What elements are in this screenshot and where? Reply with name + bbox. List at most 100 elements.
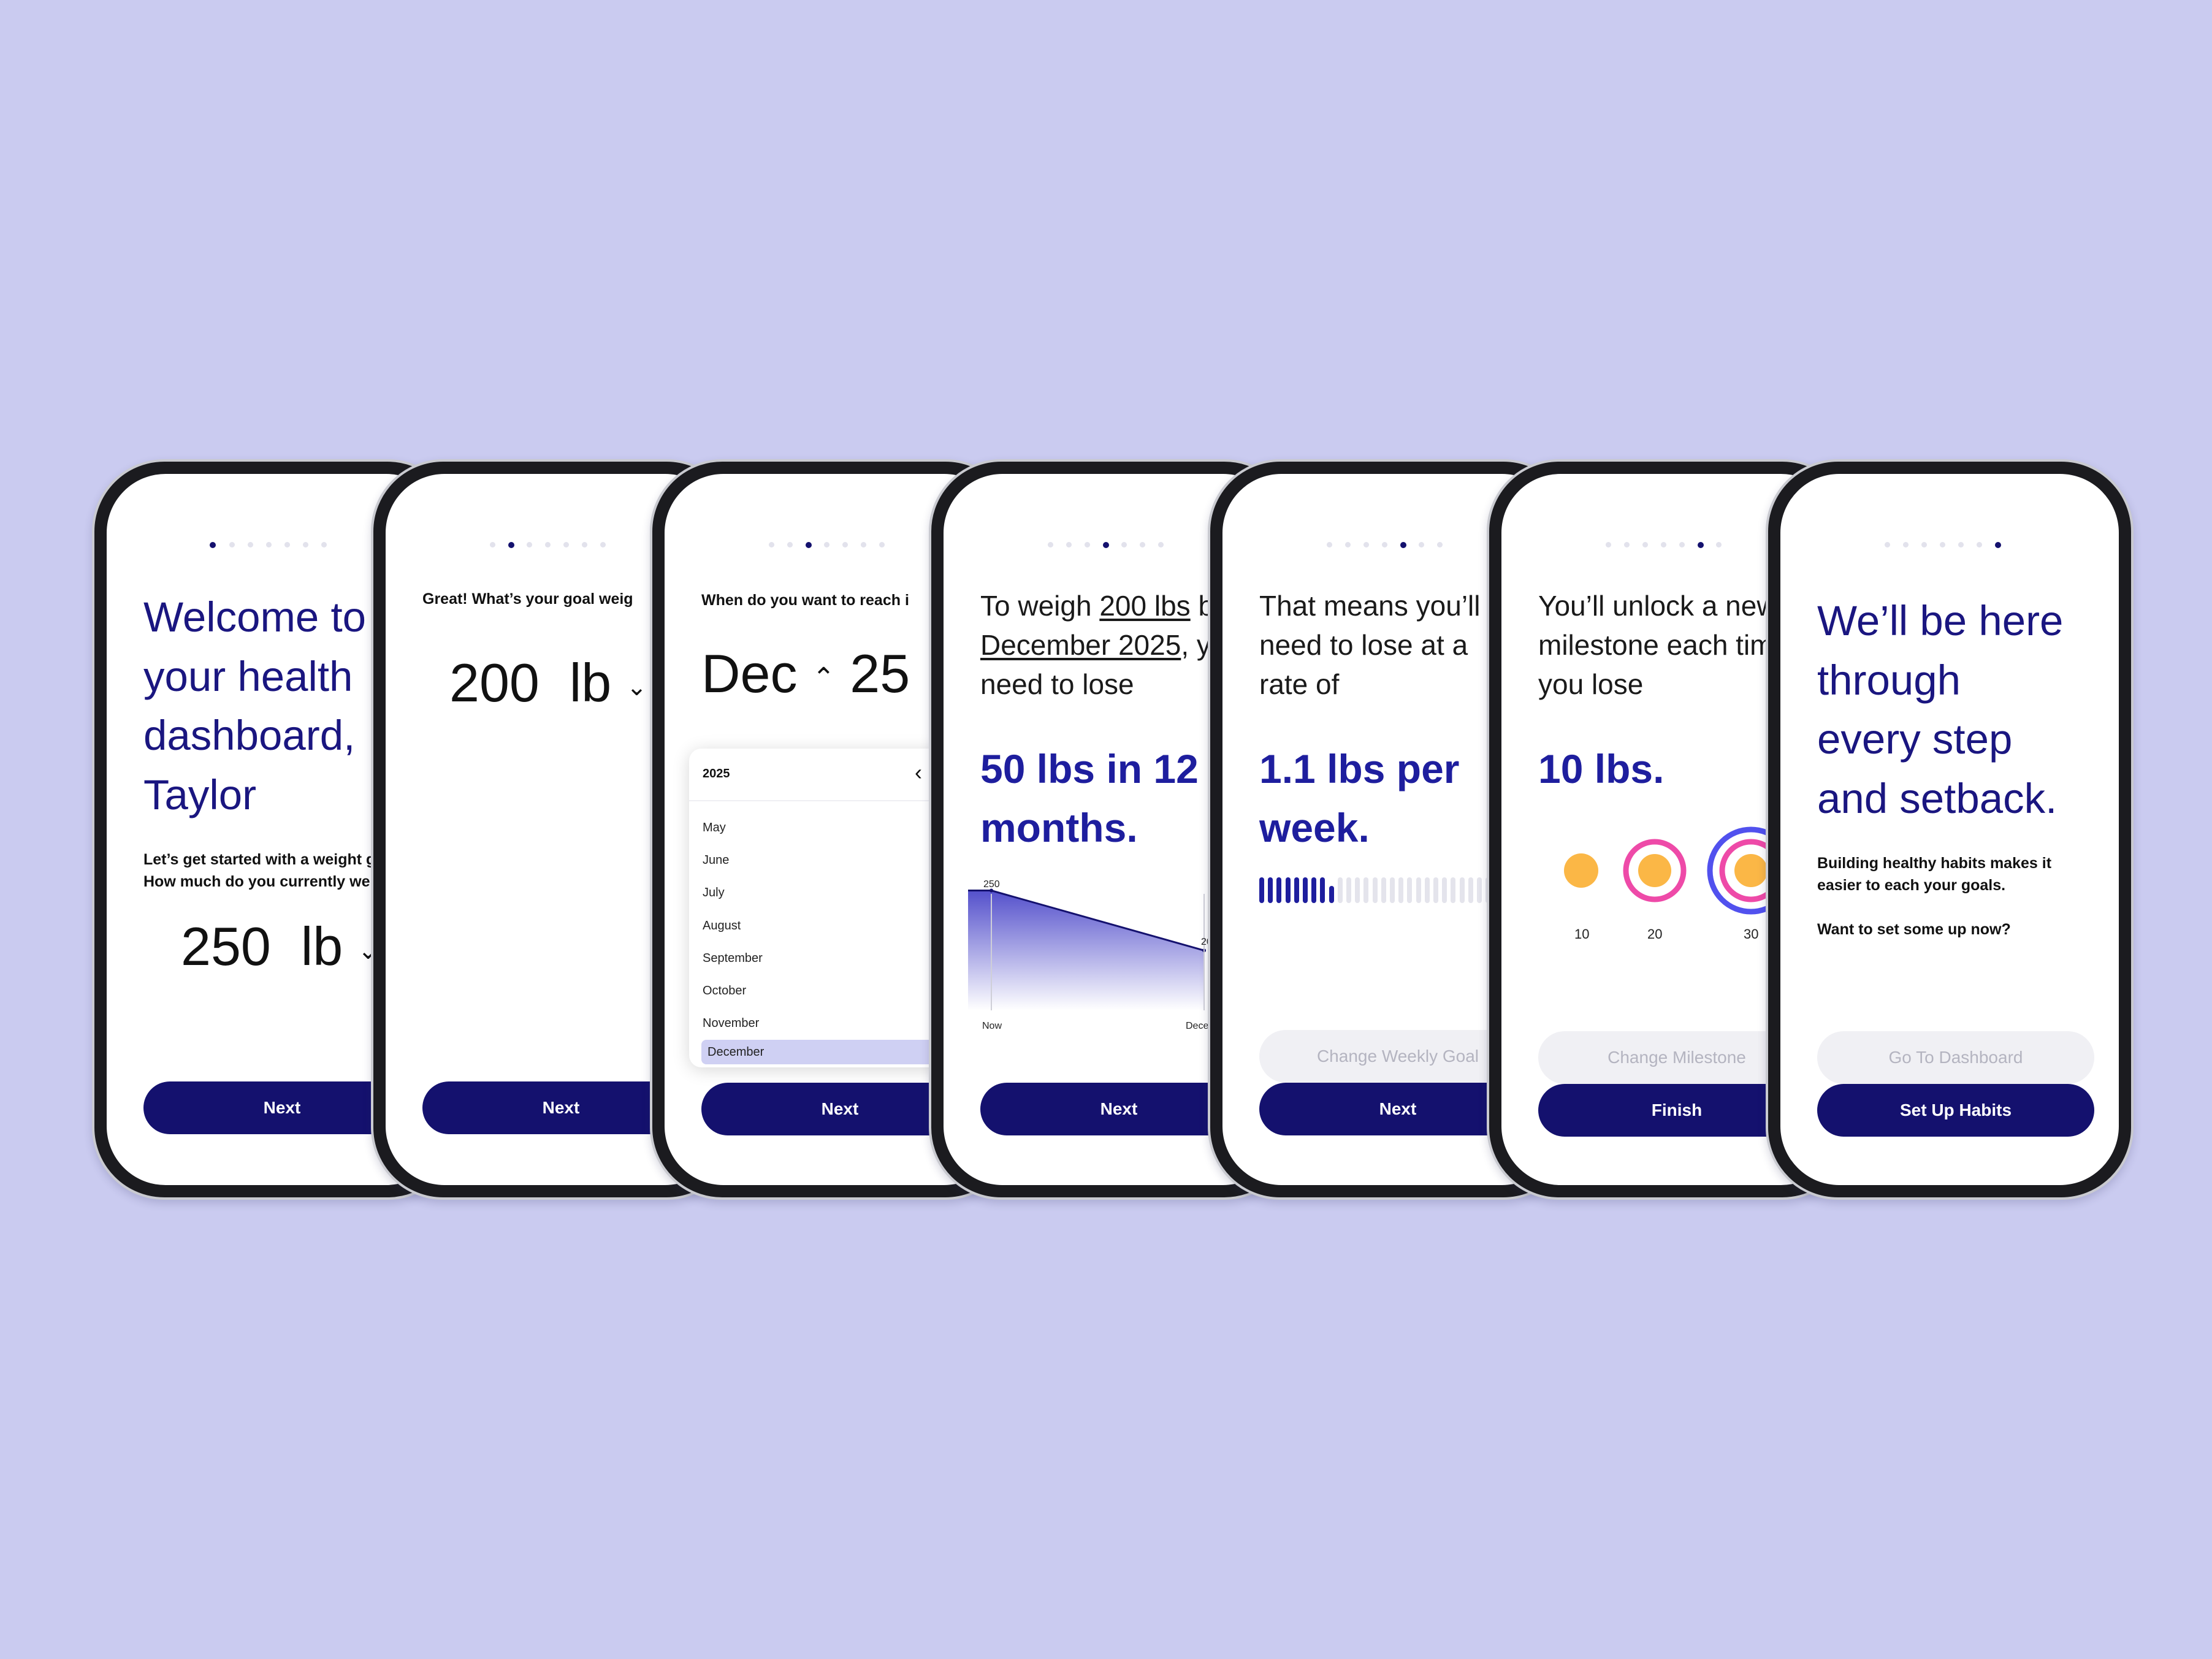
go-to-dashboard-button[interactable]: Go To Dashboard: [1817, 1031, 2094, 1084]
progress-tick: [1398, 877, 1404, 903]
progress-tick: [1433, 877, 1438, 903]
goal-date-link[interactable]: December 2025: [980, 629, 1181, 661]
milestone-badge-10-icon: [1564, 853, 1598, 888]
page-dot: [1345, 542, 1351, 547]
page-dot: [1363, 542, 1369, 547]
month-option-selected-label: December: [707, 1045, 765, 1059]
x-tick-label: Now: [982, 1021, 1002, 1031]
page-dot: [1624, 542, 1630, 547]
page-dot: [321, 542, 327, 547]
page-dot: [879, 542, 885, 547]
page-dot: [824, 542, 830, 547]
rate-line: That means you’ll: [1259, 590, 1481, 622]
progress-tick: [1407, 877, 1413, 903]
progress-tick: [1372, 877, 1378, 903]
page-dot: [229, 542, 235, 547]
goal-date-question: When do you want to reach i: [701, 592, 909, 609]
month-option[interactable]: May: [703, 821, 726, 835]
progress-tick-filled: [1259, 877, 1264, 903]
habits-title-line: through: [1817, 657, 1961, 704]
progress-tick-filled: [1276, 877, 1282, 903]
current-weight-value: 250: [181, 916, 271, 977]
page-dot: [1661, 542, 1666, 547]
chevron-up-icon: ⌃: [812, 663, 835, 693]
habits-title-line: every step: [1817, 715, 2013, 763]
page-dot: [1048, 542, 1053, 547]
page-dot: [1382, 542, 1387, 547]
progress-tick: [1346, 877, 1351, 903]
goal-weight-selector[interactable]: 200 lb ⌄: [449, 652, 647, 714]
month-option[interactable]: October: [703, 984, 746, 998]
page-dot: [600, 542, 606, 547]
page-dot: [527, 542, 532, 547]
summary-text: To weigh: [980, 590, 1100, 622]
chevron-left-icon[interactable]: ‹: [915, 760, 922, 785]
welcome-subtitle-line: Let’s get started with a weight g: [143, 851, 376, 868]
page-dot: [545, 542, 551, 547]
month-option[interactable]: July: [703, 886, 725, 900]
summary-line: need to lose: [980, 668, 1134, 700]
summary-text: , y: [1181, 629, 1211, 661]
page-dot: [1140, 542, 1145, 547]
progress-tick-filled: [1320, 877, 1325, 903]
set-up-habits-button[interactable]: Set Up Habits: [1817, 1084, 2094, 1137]
progress-tick-filled: [1285, 877, 1291, 903]
month-option[interactable]: August: [703, 919, 741, 933]
welcome-title-line: Welcome to: [143, 593, 367, 641]
page-dot-active: [1995, 542, 2001, 548]
page-dot: [787, 542, 793, 547]
page-dot: [1885, 542, 1890, 547]
page-dot: [248, 542, 253, 547]
page-dot: [861, 542, 866, 547]
welcome-title-line: Taylor: [143, 771, 257, 818]
welcome-title-line: your health: [143, 653, 353, 700]
weekly-progress-bar: [1259, 877, 1517, 904]
goal-weight-question: Great! What’s your goal weig: [422, 590, 633, 608]
milestone-line: You’ll unlock a new: [1538, 590, 1777, 622]
progress-tick-filled: [1294, 877, 1299, 903]
progress-tick: [1477, 877, 1482, 903]
progress-tick-filled: [1329, 886, 1334, 903]
picker-year: 2025: [703, 767, 730, 780]
progress-tick: [1451, 877, 1456, 903]
page-dot: [1606, 542, 1611, 547]
rate-amount-line: 1.1 lbs per: [1259, 746, 1460, 791]
progress-tick-filled: [1303, 877, 1308, 903]
month-option[interactable]: September: [703, 952, 763, 966]
progress-tick: [1363, 877, 1369, 903]
month-value: Dec: [701, 643, 798, 704]
habits-subtitle-line: easier to each your goals.: [1817, 877, 2006, 894]
month-option[interactable]: November: [703, 1016, 759, 1031]
habits-title-line: We’ll be here: [1817, 597, 2064, 644]
goal-date-selector[interactable]: Dec ⌃ 25: [701, 643, 910, 705]
month-option[interactable]: June: [703, 853, 729, 868]
page-dot: [1903, 542, 1909, 547]
page-dot: [563, 542, 569, 547]
goal-weight-link[interactable]: 200 lbs: [1099, 590, 1190, 622]
page-dot: [1158, 542, 1164, 547]
milestone-line: milestone each tim: [1538, 629, 1774, 661]
phone-habits: We’ll be here through every step and set…: [1766, 459, 2134, 1200]
screen: We’ll be here through every step and set…: [1780, 474, 2119, 1185]
weight-unit: lb: [300, 916, 343, 977]
welcome-subtitle-line: How much do you currently wei: [143, 873, 375, 890]
progress-tick: [1416, 877, 1421, 903]
loss-amount-line: 50 lbs in 12: [980, 746, 1199, 791]
summary-line: December 2025, y: [980, 625, 1211, 665]
progress-tick: [1355, 877, 1360, 903]
page-dot: [769, 542, 774, 547]
page-dot: [284, 542, 290, 547]
rate-amount-line: week.: [1259, 805, 1370, 850]
milestone-badges: 10 20 30: [1564, 826, 1795, 942]
current-weight-selector[interactable]: 250 lb ⌄: [181, 915, 378, 978]
progress-tick: [1337, 877, 1343, 903]
page-dot: [1716, 542, 1722, 547]
page-dot: [303, 542, 308, 547]
page-dot-active: [1400, 542, 1406, 548]
progress-tick: [1442, 877, 1447, 903]
welcome-title-line: dashboard,: [143, 712, 356, 759]
page-dot: [1121, 542, 1127, 547]
weight-projection-chart: 250 20 Now Decem: [968, 879, 1217, 1031]
summary-line: To weigh 200 lbs b: [980, 586, 1214, 625]
habits-subtitle-line: Building healthy habits makes it: [1817, 855, 2052, 872]
